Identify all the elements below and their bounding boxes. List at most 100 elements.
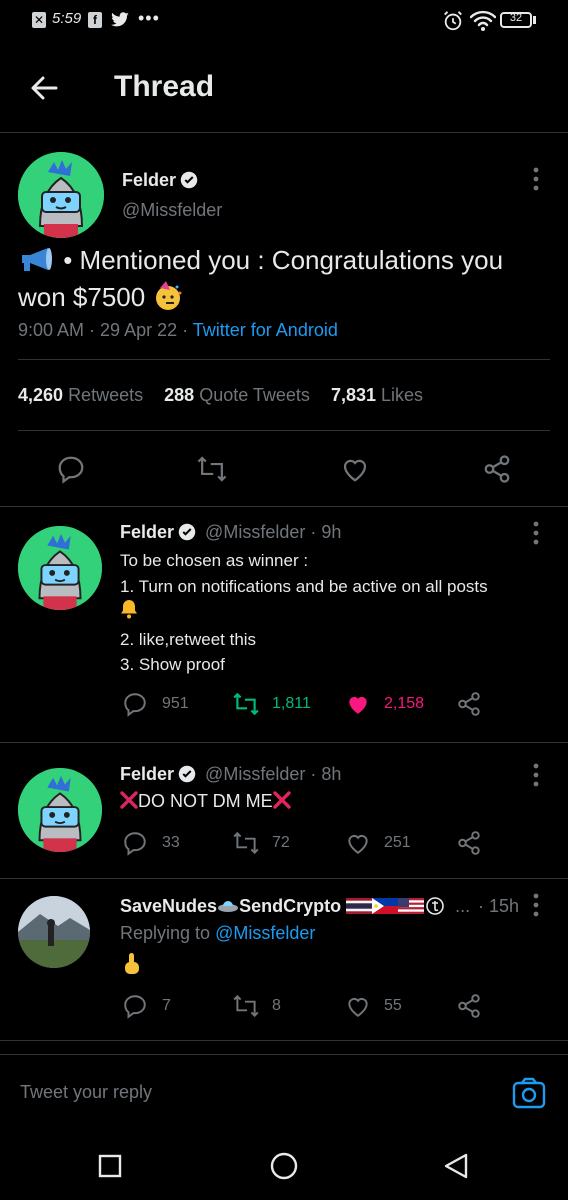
retweet-count: 1,811 [272, 695, 311, 712]
like-icon[interactable] [340, 454, 370, 484]
like-count: 2,158 [384, 695, 425, 712]
reply-input[interactable] [18, 1077, 482, 1107]
reply-composer-bar [0, 1054, 568, 1129]
battery-tip [533, 16, 536, 24]
like-count: 55 [384, 997, 402, 1014]
reply-header: SaveNudes SendCrypto ... [120, 896, 470, 917]
share-icon[interactable] [456, 691, 482, 717]
author-name[interactable]: SaveNudes [120, 896, 217, 916]
like-icon[interactable] [344, 830, 372, 856]
replying-to: Replying to @Missfelder [120, 923, 315, 944]
divider [18, 430, 550, 431]
divider [0, 878, 568, 879]
more-options-icon[interactable] [532, 762, 540, 788]
verified-badge-icon [180, 171, 198, 189]
retweet-icon[interactable] [232, 830, 260, 856]
facebook-icon: f [88, 12, 102, 28]
reply-count: 33 [162, 834, 180, 851]
likes-count: 7,831 [330, 385, 376, 405]
camera-icon[interactable] [512, 1077, 546, 1109]
author-handle[interactable]: @Missfelder · 8h [205, 764, 341, 784]
pointing-up-emoji-icon [125, 953, 139, 974]
back-arrow-icon[interactable] [28, 72, 60, 104]
tweet-source-link[interactable]: Twitter for Android [193, 320, 338, 340]
red-x-icon [120, 791, 138, 809]
thailand-flag-icon [346, 898, 373, 914]
avatar[interactable] [18, 768, 102, 852]
back-triangle-icon[interactable] [442, 1152, 470, 1180]
share-icon[interactable] [482, 454, 512, 484]
likes-label: Likes [381, 385, 424, 405]
landscape-avatar-icon [18, 896, 90, 968]
retweet-icon[interactable] [196, 454, 228, 484]
knight-avatar-icon [18, 526, 102, 610]
reply-icon[interactable] [122, 830, 148, 856]
bell-icon [121, 600, 137, 619]
tweet-text-line1: • Mentioned you : Congratulations you [63, 245, 504, 275]
battery-level: 32 [509, 12, 523, 24]
retweets-count: 4,260 [18, 385, 64, 405]
home-circle-icon[interactable] [270, 1152, 298, 1180]
reply-line: 1. Turn on notifications and be active o… [120, 576, 488, 596]
tweet-text-line2: won $7500 [18, 282, 146, 312]
reply-icon[interactable] [56, 454, 86, 484]
more-options-icon[interactable] [532, 166, 540, 192]
quotes-label: Quote Tweets [199, 385, 310, 405]
divider [0, 1040, 568, 1041]
reply-icon[interactable] [122, 691, 148, 717]
share-icon[interactable] [456, 830, 482, 856]
verified-badge-icon [178, 765, 196, 783]
quotes-count: 288 [164, 385, 195, 405]
retweets-label: Retweets [68, 385, 144, 405]
reply-header: Felder @Missfelder · 9h [120, 522, 341, 543]
author-handle[interactable]: @Missfelder [122, 200, 222, 221]
reply-count: 7 [162, 997, 171, 1014]
quotes-stat[interactable]: 288 Quote Tweets [164, 385, 310, 405]
more-options-icon[interactable] [532, 520, 540, 546]
author-handle[interactable]: @Missfelder · 9h [205, 522, 341, 542]
reply-icon[interactable] [122, 993, 148, 1019]
retweet-icon[interactable] [232, 993, 260, 1019]
status-time: 5:59 [52, 10, 82, 27]
reply-text: To be chosen as winner : 1. Turn on noti… [120, 548, 550, 678]
author-name[interactable]: Felder [120, 764, 174, 784]
author-name[interactable]: Felder [120, 522, 174, 542]
reply-text: DO NOT DM ME [120, 791, 291, 812]
recents-square-icon[interactable] [98, 1154, 122, 1178]
likes-stat[interactable]: 7,831 Likes [331, 385, 423, 405]
share-icon[interactable] [456, 993, 482, 1019]
megaphone-icon [22, 248, 52, 271]
tweet-text: • Mentioned you : Congratulations you wo… [18, 242, 548, 316]
divider [18, 359, 550, 360]
party-face-icon [156, 281, 182, 310]
battery-icon: 32 [500, 12, 532, 28]
replying-to-handle[interactable]: @Missfelder [215, 923, 315, 943]
page-title: Thread [114, 70, 215, 103]
wifi-icon [470, 10, 496, 31]
more-options-icon[interactable] [532, 892, 540, 918]
more-notifications-icon: ••• [138, 8, 160, 28]
reply-line: 3. Show proof [120, 655, 225, 674]
retweet-icon[interactable] [232, 691, 260, 717]
reply-header: Felder @Missfelder · 8h [120, 764, 341, 785]
usa-flag-icon [398, 898, 425, 914]
header [0, 44, 568, 133]
author-name[interactable]: Felder [122, 170, 198, 191]
name-ellipsis: ... [455, 896, 471, 916]
tweet-timestamp: 9:00 AM · 29 Apr 22 · [18, 320, 193, 340]
avatar[interactable] [18, 896, 90, 968]
red-x-icon [272, 791, 291, 809]
retweets-stat[interactable]: 4,260 Retweets [18, 385, 143, 405]
reply-count: 951 [162, 695, 189, 712]
author-name-part2[interactable]: SendCrypto [239, 896, 341, 916]
author-name-text: Felder [122, 170, 177, 190]
retweet-count: 8 [272, 997, 281, 1014]
like-filled-icon[interactable] [344, 691, 372, 717]
divider [0, 506, 568, 507]
like-count: 251 [384, 834, 411, 851]
tweet-meta: 9:00 AM · 29 Apr 22 · Twitter for Androi… [18, 320, 338, 341]
like-icon[interactable] [344, 993, 372, 1019]
avatar[interactable] [18, 152, 104, 238]
avatar[interactable] [18, 526, 102, 610]
retweet-count: 72 [272, 834, 290, 851]
